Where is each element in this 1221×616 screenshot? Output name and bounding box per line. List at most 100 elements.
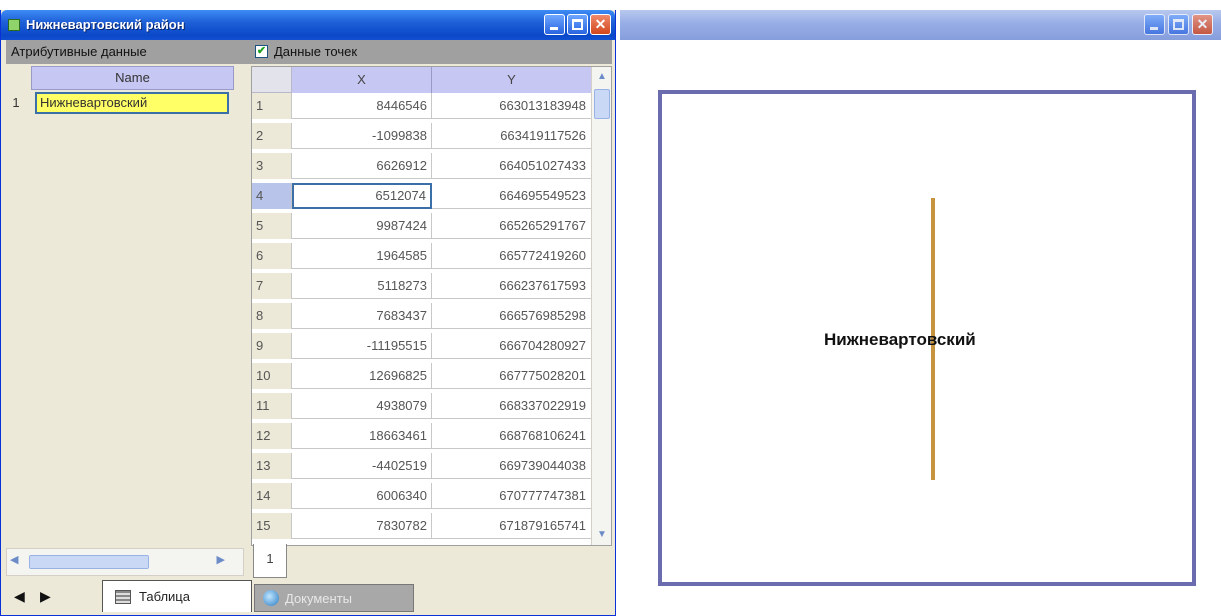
tab-documents[interactable]: Документы (254, 584, 414, 612)
attribute-window: Нижневартовский район ✕ Атрибутивные дан… (0, 10, 616, 616)
name-column-header[interactable]: Name (31, 66, 234, 90)
map-minimize-button[interactable] (1144, 14, 1165, 35)
table-row[interactable]: 6 1964585 665772419260 (252, 243, 592, 269)
x-cell[interactable]: 9987424 (292, 213, 432, 239)
x-cell[interactable]: 1964585 (292, 243, 432, 269)
row-number[interactable]: 9 (252, 333, 292, 359)
y-cell[interactable]: 666576985298 (432, 303, 592, 329)
scroll-thumb[interactable] (594, 89, 610, 119)
table-row[interactable]: 5 9987424 665265291767 (252, 213, 592, 239)
table-row[interactable]: 9 -11195515 666704280927 (252, 333, 592, 359)
row-number[interactable]: 15 (252, 513, 292, 539)
y-cell[interactable]: 665265291767 (432, 213, 592, 239)
x-cell[interactable]: 12696825 (292, 363, 432, 389)
y-cell[interactable]: 664051027433 (432, 153, 592, 179)
vertical-scrollbar[interactable]: ▲ ▼ (591, 67, 611, 545)
row-number[interactable]: 4 (252, 183, 292, 209)
table-row[interactable]: 15 7830782 671879165741 (252, 513, 592, 539)
x-column-header[interactable]: X (292, 67, 432, 93)
table-row[interactable]: 1 8446546 663013183948 (252, 93, 592, 119)
title-bar[interactable]: Нижневартовский район ✕ (1, 10, 615, 40)
row-number[interactable]: 7 (252, 273, 292, 299)
y-cell[interactable]: 669739044038 (432, 453, 592, 479)
map-window: ✕ Нижневартовский (620, 10, 1221, 616)
window-icon (8, 19, 20, 31)
row-number[interactable]: 3 (252, 153, 292, 179)
y-cell[interactable]: 667775028201 (432, 363, 592, 389)
y-cell[interactable]: 668768106241 (432, 423, 592, 449)
table-row[interactable]: 2 -1099838 663419117526 (252, 123, 592, 149)
map-canvas[interactable]: Нижневартовский (658, 90, 1196, 586)
attribute-grid: Name 1 Нижневартовский (6, 66, 248, 546)
attribute-name-cell[interactable]: Нижневартовский (35, 92, 229, 114)
row-number[interactable]: 6 (252, 243, 292, 269)
map-close-button[interactable]: ✕ (1192, 14, 1213, 35)
close-button[interactable]: ✕ (590, 14, 611, 35)
y-cell[interactable]: 666704280927 (432, 333, 592, 359)
y-cell[interactable]: 671879165741 (432, 513, 592, 539)
next-tab-icon[interactable]: ▶ (40, 588, 51, 605)
scroll-thumb-horizontal[interactable] (29, 555, 149, 569)
points-data-label[interactable]: Данные точек (274, 44, 357, 59)
y-cell[interactable]: 668337022919 (432, 393, 592, 419)
x-cell[interactable]: 18663461 (292, 423, 432, 449)
x-cell[interactable]: -11195515 (292, 333, 432, 359)
prev-tab-icon[interactable]: ◀ (14, 588, 25, 605)
table-row[interactable]: 14 6006340 670777747381 (252, 483, 592, 509)
table-row[interactable]: 10 12696825 667775028201 (252, 363, 592, 389)
map-title-bar[interactable]: ✕ (620, 10, 1221, 40)
scroll-left-icon[interactable]: ◀ (10, 553, 18, 566)
row-number[interactable]: 13 (252, 453, 292, 479)
x-cell[interactable]: 5118273 (292, 273, 432, 299)
table-row[interactable]: 4 6512074 664695549523 (252, 183, 592, 209)
table-row[interactable]: 8 7683437 666576985298 (252, 303, 592, 329)
y-cell[interactable]: 664695549523 (432, 183, 592, 209)
y-cell[interactable]: 663013183948 (432, 93, 592, 119)
scroll-up-icon[interactable]: ▲ (594, 69, 610, 85)
y-cell[interactable]: 663419117526 (432, 123, 592, 149)
minimize-icon (550, 27, 558, 30)
documents-icon (263, 590, 279, 606)
y-cell[interactable]: 665772419260 (432, 243, 592, 269)
table-row[interactable]: 13 -4402519 669739044038 (252, 453, 592, 479)
y-cell[interactable]: 670777747381 (432, 483, 592, 509)
table-row[interactable]: 12 18663461 668768106241 (252, 423, 592, 449)
tab-table[interactable]: Таблица (102, 580, 252, 612)
x-cell[interactable]: 7830782 (292, 513, 432, 539)
map-feature-label: Нижневартовский (824, 330, 976, 349)
map-maximize-button[interactable] (1168, 14, 1189, 35)
horizontal-scrollbar[interactable]: ◀ ▶ (6, 548, 244, 576)
data-header: Атрибутивные данные ✔ Данные точек (6, 40, 612, 64)
scroll-right-icon[interactable]: ▶ (217, 553, 225, 566)
row-number[interactable]: 14 (252, 483, 292, 509)
scroll-down-icon[interactable]: ▼ (594, 527, 610, 543)
x-cell[interactable]: 7683437 (292, 303, 432, 329)
y-cell[interactable]: 666237617593 (432, 273, 592, 299)
y-column-header[interactable]: Y (432, 67, 592, 93)
table-row[interactable]: 7 5118273 666237617593 (252, 273, 592, 299)
grid-corner (252, 67, 292, 93)
x-cell[interactable]: 6626912 (292, 153, 432, 179)
row-number[interactable]: 2 (252, 123, 292, 149)
maximize-button[interactable] (567, 14, 588, 35)
x-cell[interactable]: -4402519 (292, 453, 432, 479)
row-number[interactable]: 10 (252, 363, 292, 389)
x-cell[interactable]: 6512074 (292, 183, 432, 209)
x-cell[interactable]: -1099838 (292, 123, 432, 149)
row-number[interactable]: 8 (252, 303, 292, 329)
points-checkbox[interactable]: ✔ (255, 45, 268, 58)
table-icon (115, 590, 131, 604)
x-cell[interactable]: 6006340 (292, 483, 432, 509)
subtab-1[interactable]: 1 (253, 544, 287, 578)
table-row[interactable]: 11 4938079 668337022919 (252, 393, 592, 419)
row-number[interactable]: 1 (252, 93, 292, 119)
minimize-icon (1150, 27, 1158, 30)
row-number[interactable]: 5 (252, 213, 292, 239)
table-row[interactable]: 3 6626912 664051027433 (252, 153, 592, 179)
minimize-button[interactable] (544, 14, 565, 35)
bottom-tab-bar: ◀ ▶ Таблица Документы (6, 578, 612, 614)
x-cell[interactable]: 4938079 (292, 393, 432, 419)
row-number[interactable]: 11 (252, 393, 292, 419)
row-number[interactable]: 12 (252, 423, 292, 449)
x-cell[interactable]: 8446546 (292, 93, 432, 119)
